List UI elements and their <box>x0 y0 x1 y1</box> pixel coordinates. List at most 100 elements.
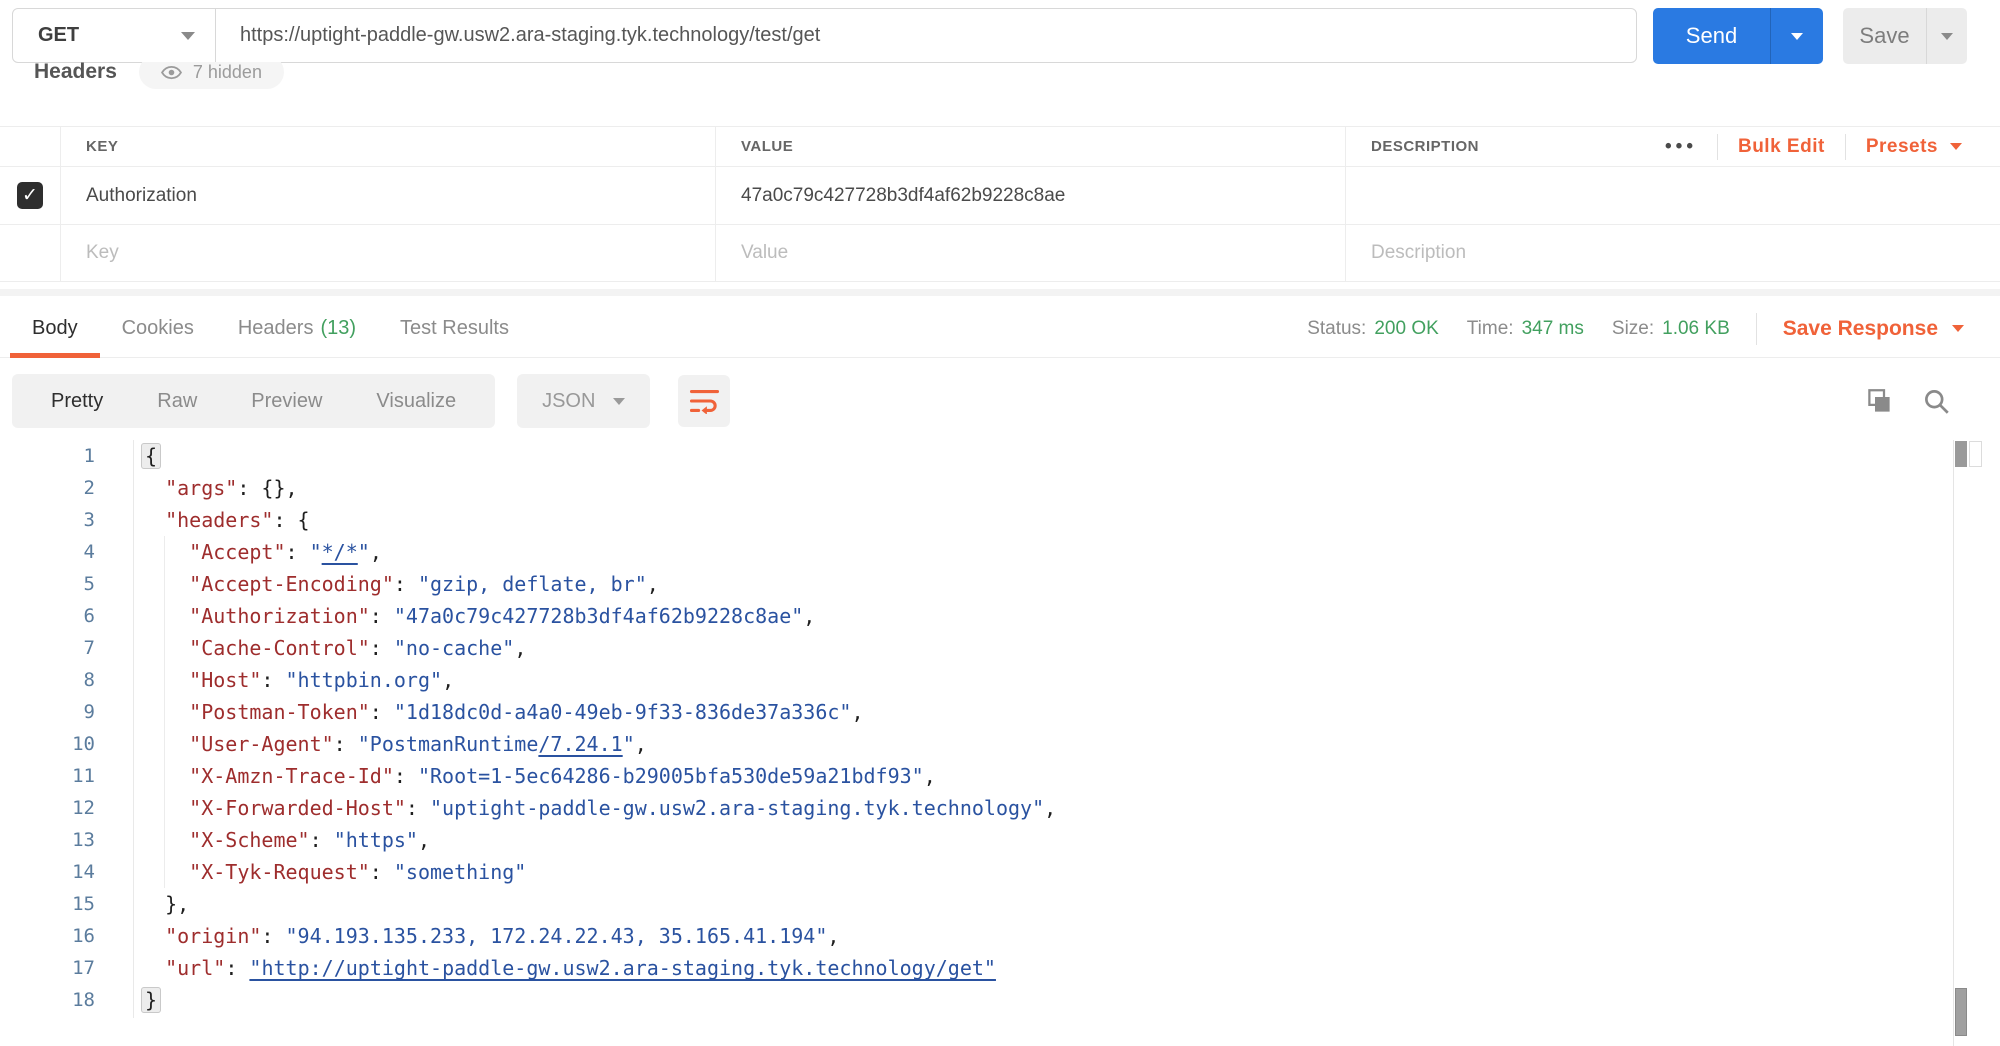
search-button[interactable] <box>1923 388 1950 415</box>
scrollbar-track-corner <box>1969 441 1982 467</box>
empty-checkbox-cell <box>0 225 60 281</box>
save-button[interactable]: Save <box>1843 8 1927 64</box>
header-value-cell[interactable]: 47a0c79c427728b3df4af62b9228c8ae <box>715 167 1345 224</box>
code-actions <box>1866 388 1970 415</box>
view-tab-pretty[interactable]: Pretty <box>24 390 130 413</box>
view-tab-preview[interactable]: Preview <box>224 390 349 413</box>
table-row-empty: Key Value Description <box>0 224 2000 282</box>
line-number: 9 <box>0 696 95 728</box>
header-row-checkbox[interactable]: ✓ <box>17 182 43 209</box>
wrap-lines-button[interactable] <box>678 375 730 427</box>
line-number: 13 <box>0 824 95 856</box>
presets-dropdown[interactable]: Presets <box>1866 136 1962 158</box>
code-text: "X-Amzn-Trace-Id": "Root=1-5ec64286-b290… <box>95 760 936 792</box>
url-input[interactable] <box>216 9 1636 62</box>
line-number: 4 <box>0 536 95 568</box>
description-column-header: DESCRIPTION ••• Bulk Edit Presets <box>1345 127 2000 166</box>
new-value-cell[interactable]: Value <box>715 225 1345 281</box>
line-number: 3 <box>0 504 95 536</box>
code-line: 3 "headers": { <box>0 504 1953 536</box>
send-split-button: Send <box>1653 8 1823 64</box>
code-line: 17 "url": "http://uptight-paddle-gw.usw2… <box>0 952 1953 984</box>
save-split-button: Save <box>1843 8 1967 64</box>
url-box: GET <box>12 8 1637 63</box>
line-number: 14 <box>0 856 95 888</box>
line-number: 5 <box>0 568 95 600</box>
code-line: 9 "Postman-Token": "1d18dc0d-a4a0-49eb-9… <box>0 696 1953 728</box>
code-line: 14 "X-Tyk-Request": "something" <box>0 856 1953 888</box>
copy-icon <box>1866 388 1893 415</box>
table-row: ✓ Authorization 47a0c79c427728b3df4af62b… <box>0 166 2000 224</box>
bulk-edit-link[interactable]: Bulk Edit <box>1738 136 1825 158</box>
save-options-button[interactable] <box>1927 8 1967 64</box>
tab-body[interactable]: Body <box>10 300 100 357</box>
page-scrollbar-thumb[interactable] <box>1955 988 1967 1036</box>
code-line: 7 "Cache-Control": "no-cache", <box>0 632 1953 664</box>
headers-table: KEY VALUE DESCRIPTION ••• Bulk Edit Pres… <box>0 126 2000 282</box>
line-number: 18 <box>0 984 95 1016</box>
indent-guide <box>164 536 165 888</box>
code-text: "Accept-Encoding": "gzip, deflate, br", <box>95 568 659 600</box>
send-options-button[interactable] <box>1771 8 1823 64</box>
code-text: { <box>95 440 161 472</box>
checkbox-column-header <box>0 127 60 166</box>
code-text: "Cache-Control": "no-cache", <box>95 632 526 664</box>
code-text: } <box>95 984 161 1016</box>
status-label: Status: <box>1307 318 1366 340</box>
code-text: "headers": { <box>95 504 310 536</box>
view-tab-visualize[interactable]: Visualize <box>349 390 483 413</box>
format-label: JSON <box>542 390 595 413</box>
view-tab-raw[interactable]: Raw <box>130 390 224 413</box>
code-line: 12 "X-Forwarded-Host": "uptight-paddle-g… <box>0 792 1953 824</box>
response-tab-bar: Body Cookies Headers (13) Test Results S… <box>0 300 2000 358</box>
copy-button[interactable] <box>1866 388 1893 415</box>
pane-separator[interactable] <box>0 289 2000 296</box>
divider <box>1717 134 1718 160</box>
size-label: Size: <box>1612 318 1654 340</box>
response-meta: Status: 200 OK Time: 347 ms Size: 1.06 K… <box>1307 313 1964 345</box>
code-line: 4 "Accept": "*/*", <box>0 536 1953 568</box>
header-key-cell[interactable]: Authorization <box>60 167 715 224</box>
tab-test-results[interactable]: Test Results <box>378 300 531 357</box>
size-value: 1.06 KB <box>1662 318 1730 340</box>
headers-count-badge: (13) <box>320 317 356 340</box>
headers-section: Headers 7 hidden <box>12 62 612 96</box>
code-line: 6 "Authorization": "47a0c79c427728b3df4a… <box>0 600 1953 632</box>
wrap-text-icon <box>689 388 720 414</box>
tab-headers[interactable]: Headers (13) <box>216 300 378 357</box>
code-text: "url": "http://uptight-paddle-gw.usw2.ar… <box>95 952 996 984</box>
line-number: 11 <box>0 760 95 792</box>
code-text: "Postman-Token": "1d18dc0d-a4a0-49eb-9f3… <box>95 696 864 728</box>
header-description-cell[interactable] <box>1345 167 2000 224</box>
send-button[interactable]: Send <box>1653 8 1771 64</box>
method-select[interactable]: GET <box>13 9 216 62</box>
hidden-headers-toggle[interactable]: 7 hidden <box>139 62 284 89</box>
more-options-button[interactable]: ••• <box>1665 136 1697 158</box>
code-text: "User-Agent": "PostmanRuntime/7.24.1", <box>95 728 647 760</box>
response-body-editor: 1{2 "args": {},3 "headers": {4 "Accept":… <box>0 440 1953 1026</box>
line-number: 10 <box>0 728 95 760</box>
view-mode-group: Pretty Raw Preview Visualize <box>12 374 495 428</box>
line-number: 7 <box>0 632 95 664</box>
time-value: 347 ms <box>1522 318 1584 340</box>
eye-icon <box>161 65 182 80</box>
chevron-down-icon <box>1952 325 1964 332</box>
line-number: 6 <box>0 600 95 632</box>
code-line: 8 "Host": "httpbin.org", <box>0 664 1953 696</box>
new-description-cell[interactable]: Description <box>1345 225 2000 281</box>
response-view-toolbar: Pretty Raw Preview Visualize JSON <box>12 373 1970 429</box>
format-select[interactable]: JSON <box>517 374 650 428</box>
line-number: 16 <box>0 920 95 952</box>
tab-cookies[interactable]: Cookies <box>100 300 216 357</box>
chevron-down-icon <box>181 32 195 40</box>
code-text: }, <box>95 888 189 920</box>
new-key-cell[interactable]: Key <box>60 225 715 281</box>
headers-section-title: Headers <box>12 62 117 84</box>
save-response-button[interactable]: Save Response <box>1783 317 1964 341</box>
code-text: "Accept": "*/*", <box>95 536 382 568</box>
divider <box>1756 313 1757 345</box>
chevron-down-icon <box>1941 33 1953 40</box>
code-line: 5 "Accept-Encoding": "gzip, deflate, br"… <box>0 568 1953 600</box>
editor-scrollbar-thumb[interactable] <box>1955 441 1967 467</box>
code-line: 10 "User-Agent": "PostmanRuntime/7.24.1"… <box>0 728 1953 760</box>
